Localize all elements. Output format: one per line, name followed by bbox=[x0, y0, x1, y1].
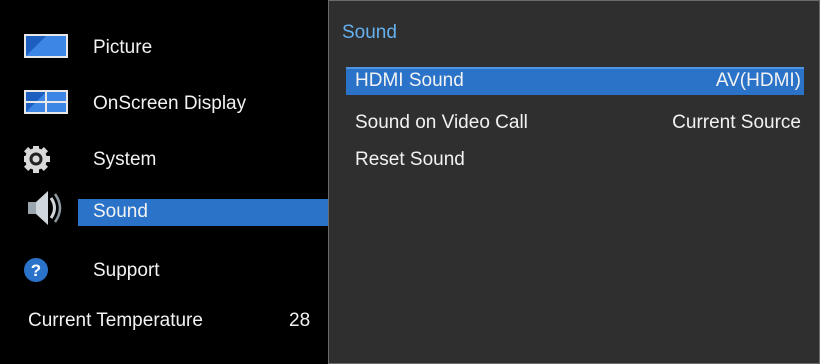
menu-item-label: Sound bbox=[93, 201, 148, 222]
menu-item-label: OnScreen Display bbox=[93, 93, 247, 114]
temperature-value: 28 bbox=[289, 310, 311, 331]
menu-item-label: Support bbox=[93, 260, 160, 281]
menu-item-onscreen-display[interactable]: OnScreen Display bbox=[0, 80, 328, 128]
menu-item-support[interactable]: ? Support bbox=[0, 247, 328, 295]
picture-icon bbox=[24, 34, 68, 62]
settings-menu: Picture OnScreen Display System Sound ? … bbox=[0, 0, 820, 364]
option-sound-on-video-call[interactable]: Sound on Video Call Current Source bbox=[346, 109, 804, 137]
option-label: Reset Sound bbox=[355, 149, 465, 170]
option-value: AV(HDMI) bbox=[715, 70, 801, 91]
panel-title: Sound bbox=[342, 22, 397, 43]
option-hdmi-sound[interactable]: HDMI Sound AV(HDMI) bbox=[346, 67, 804, 95]
temperature-label: Current Temperature bbox=[28, 310, 203, 331]
menu-item-label: System bbox=[93, 149, 157, 170]
current-temperature: Current Temperature 28 bbox=[0, 296, 328, 344]
menu-item-label: Picture bbox=[93, 37, 153, 58]
onscreen-display-icon bbox=[24, 90, 68, 118]
gear-icon bbox=[22, 145, 68, 174]
menu-item-sound[interactable]: Sound bbox=[0, 191, 328, 247]
help-icon: ? bbox=[24, 257, 68, 285]
menu-item-system[interactable]: System bbox=[0, 136, 328, 184]
option-value: Current Source bbox=[672, 112, 801, 133]
option-label: Sound on Video Call bbox=[355, 112, 528, 133]
main-menu-sidebar: Picture OnScreen Display System Sound ? … bbox=[0, 0, 328, 364]
svg-text:?: ? bbox=[31, 261, 41, 280]
speaker-icon bbox=[24, 188, 68, 225]
menu-item-picture[interactable]: Picture bbox=[0, 24, 328, 72]
option-reset-sound[interactable]: Reset Sound bbox=[346, 146, 804, 174]
option-label: HDMI Sound bbox=[355, 70, 464, 91]
submenu-panel: Sound HDMI Sound AV(HDMI) Sound on Video… bbox=[328, 0, 820, 364]
